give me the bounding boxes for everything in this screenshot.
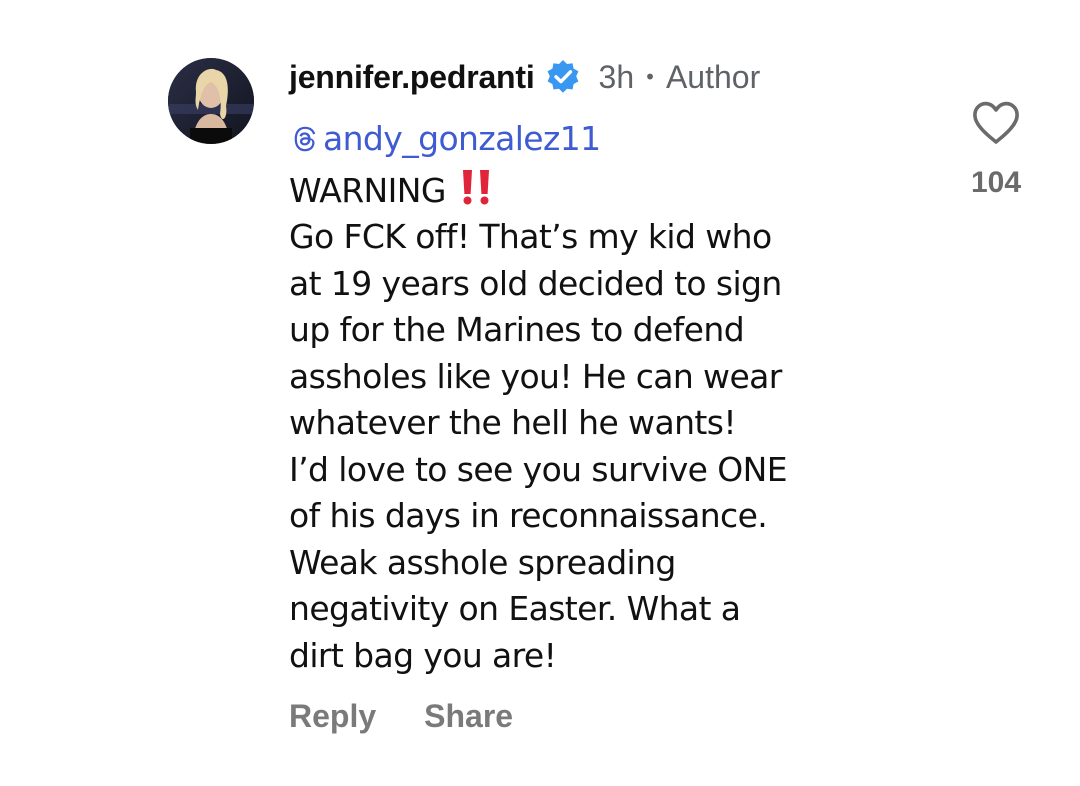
mention-link[interactable]: andy_gonzalez11 — [289, 116, 601, 163]
comment-time: 3h — [598, 58, 635, 95]
verified-badge-icon — [545, 59, 581, 95]
mention-username: andy_gonzalez11 — [323, 119, 601, 158]
comment-header: jennifer.pedranti 3h • Author — [289, 52, 929, 102]
comment-line: of his days in reconnaissance. — [289, 496, 768, 536]
comment-line: WARNING — [289, 170, 446, 210]
comment-line: Weak asshole spreading — [289, 542, 676, 582]
comment-body: andy_gonzalez11 WARNING Go FCK off! That… — [289, 116, 929, 679]
comment-line: dirt bag you are! — [289, 635, 557, 675]
comment-line: assholes like you! He can wear — [289, 356, 782, 396]
reply-button[interactable]: Reply — [289, 698, 376, 735]
double-exclamation-icon — [456, 168, 496, 206]
heart-icon[interactable] — [971, 100, 1021, 146]
comment-line: negativity on Easter. What a — [289, 589, 741, 629]
separator-dot: • — [644, 65, 656, 89]
author-tag: Author — [665, 58, 761, 95]
comment-line: whatever the hell he wants! — [289, 403, 737, 443]
comment-actions: Reply Share — [289, 698, 513, 735]
comment-line: at 19 years old decided to sign — [289, 263, 782, 303]
avatar[interactable] — [168, 58, 254, 144]
comment-line: Go FCK off! That’s my kid who — [289, 217, 772, 257]
comment: jennifer.pedranti 3h • Author andy_gonza… — [289, 52, 929, 679]
like-control: 104 — [964, 100, 1028, 200]
threads-icon — [289, 123, 321, 155]
like-count: 104 — [970, 166, 1022, 199]
comment-line: I’d love to see you survive ONE — [289, 449, 788, 489]
username[interactable]: jennifer.pedranti — [289, 59, 535, 96]
avatar-image — [168, 58, 254, 144]
share-button[interactable]: Share — [424, 698, 513, 735]
comment-line: up for the Marines to defend — [289, 310, 745, 350]
